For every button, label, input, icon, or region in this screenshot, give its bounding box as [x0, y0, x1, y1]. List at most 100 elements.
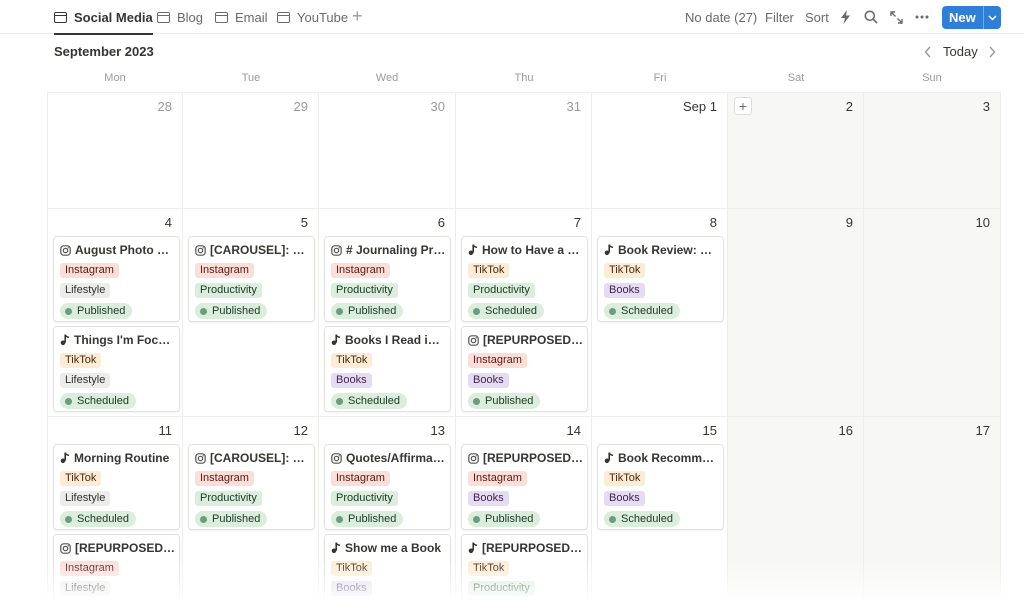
automation-button[interactable]	[840, 0, 851, 34]
tab-youtube[interactable]: YouTube	[277, 0, 348, 34]
day-cell-10[interactable]: 10	[864, 209, 1001, 417]
new-dropdown-chevron[interactable]	[984, 14, 1001, 21]
status-dot-icon	[65, 307, 72, 315]
topic-tag: Productivity	[331, 491, 398, 506]
day-cell-16[interactable]: 16	[728, 417, 864, 600]
new-button[interactable]: New	[942, 6, 1001, 29]
day-number: 30	[430, 99, 445, 114]
add-event-icon[interactable]: +	[734, 97, 752, 115]
event-card[interactable]: Show me a Book TikTok Books	[324, 534, 451, 600]
topic-tag: Books	[331, 581, 372, 596]
tab-email[interactable]: Email	[215, 0, 268, 34]
sort-button[interactable]: Sort	[805, 0, 829, 34]
status-dot-icon	[336, 515, 343, 523]
day-cell-28[interactable]: 28	[47, 92, 183, 209]
status-dot-icon	[65, 397, 72, 405]
day-number: 5	[300, 215, 308, 230]
event-card[interactable]: # Journaling Prompts Instagram Productivit…	[324, 236, 451, 322]
event-card[interactable]: [REPURPOSED]: Reviews Instagram Books Publi…	[461, 444, 588, 530]
event-title: Show me a Book	[331, 540, 447, 556]
event-card[interactable]: [CAROUSEL]: Tips Instagram Productivity Pub…	[188, 444, 315, 530]
day-number: 2	[845, 99, 853, 114]
status-label: Published	[212, 513, 261, 525]
tab-social-media[interactable]: Social Media	[54, 0, 153, 35]
day-number: 12	[293, 423, 308, 438]
platform-tag: TikTok	[604, 263, 646, 278]
previous-month-button[interactable]	[921, 44, 935, 60]
event-card[interactable]: Morning Routine TikTok Lifestyle Scheduled	[53, 444, 180, 530]
event-card[interactable]: Quotes/Affirmations Instagram Productivity…	[324, 444, 451, 530]
event-card[interactable]: How to Have a Productive Day TikTok Produc…	[461, 236, 588, 322]
day-cell-9[interactable]: 9	[728, 209, 864, 417]
day-cell-14[interactable]: 14 [REPURPOSED]: Reviews Instagram Books Pub…	[456, 417, 592, 600]
next-month-button[interactable]	[985, 44, 999, 60]
table-icon	[277, 11, 290, 23]
expand-button[interactable]	[890, 0, 903, 34]
event-title: Things I'm Focusing On	[60, 332, 176, 348]
instagram-icon	[60, 542, 71, 554]
day-cell-sep-1[interactable]: Sep 1	[592, 92, 728, 209]
platform-tag: TikTok	[331, 353, 373, 368]
topic-tag: Books	[331, 373, 372, 388]
status-label: Published	[212, 305, 261, 317]
day-cell-6[interactable]: 6 # Journaling Prompts Instagram Productivi…	[319, 209, 456, 417]
day-cell-30[interactable]: 30	[319, 92, 456, 209]
day-cell-4[interactable]: 4 August Photo Dump Instagram Lifestyle Publ…	[47, 209, 183, 417]
tab-blog[interactable]: Blog	[157, 0, 203, 34]
status-badge: Published	[195, 303, 268, 319]
weekday-sat: Sat	[787, 72, 805, 84]
table-icon	[54, 11, 67, 23]
status-label: Scheduled	[348, 395, 400, 407]
event-title: [CAROUSEL]: Tips	[195, 450, 311, 466]
day-cell-3[interactable]: 3	[864, 92, 1001, 209]
weekday-fri: Fri	[653, 72, 667, 84]
tab-label: YouTube	[297, 9, 349, 25]
weekday-wed: Wed	[375, 72, 399, 84]
day-number: 15	[702, 423, 717, 438]
event-card[interactable]: Books I Read in August TikTok Books Schedul…	[324, 326, 451, 412]
tab-label: Email	[235, 9, 268, 25]
filter-button[interactable]: Filter	[765, 0, 794, 34]
event-card[interactable]: [REPURPOSED]: Routine Instagram Lifestyle	[53, 534, 180, 600]
chevron-right-icon	[989, 46, 996, 58]
calendar-grid: 28293031Sep 12+34August Photo DumpInstag…	[47, 92, 1001, 600]
event-card[interactable]: [REPURPOSED]: Planning TikTok Productivity	[461, 534, 588, 600]
day-number: 10	[975, 215, 990, 230]
day-cell-15[interactable]: 15 Book Recommendations TikTok Books Schedul…	[592, 417, 728, 600]
instagram-icon	[195, 452, 206, 464]
day-cell-2[interactable]: 2 +	[728, 92, 864, 209]
day-number: 28	[157, 99, 172, 114]
event-card[interactable]: August Photo Dump Instagram Lifestyle Publi…	[53, 236, 180, 322]
event-title-text: August Photo Dump	[75, 243, 176, 257]
day-cell-12[interactable]: 12 [CAROUSEL]: Tips Instagram Productivity P…	[183, 417, 319, 600]
search-button[interactable]	[864, 0, 878, 34]
event-card[interactable]: Book Recommendations TikTok Books Scheduled	[597, 444, 724, 530]
event-title-text: How to Have a Productive Day	[482, 243, 584, 257]
event-card[interactable]: [REPURPOSED]: Book List Instagram Books Pub…	[461, 326, 588, 412]
event-card[interactable]: [CAROUSEL]: How to Plan Instagram Producti…	[188, 236, 315, 322]
day-cell-29[interactable]: 29	[183, 92, 319, 209]
day-cell-31[interactable]: 31	[456, 92, 592, 209]
event-card[interactable]: Things I'm Focusing On TikTok Lifestyle Sch…	[53, 326, 180, 412]
day-cell-7[interactable]: 7 How to Have a Productive Day TikTok Produ…	[456, 209, 592, 417]
no-date-button[interactable]: No date (27)	[685, 0, 757, 34]
day-cell-17[interactable]: 17	[864, 417, 1001, 600]
event-title-text: Show me a Book	[345, 541, 442, 555]
lightning-icon	[841, 10, 850, 24]
day-cell-8[interactable]: 8 Book Review: One of Us TikTok Books Schedu…	[592, 209, 728, 417]
topic-tag: Lifestyle	[60, 283, 111, 298]
status-label: Published	[485, 395, 534, 407]
status-dot-icon	[609, 515, 616, 523]
weekday-thu: Thu	[514, 72, 534, 84]
day-cell-11[interactable]: 11 Morning Routine TikTok Lifestyle Schedule…	[47, 417, 183, 600]
today-button[interactable]: Today	[943, 44, 978, 59]
event-title: [REPURPOSED]: Planning	[468, 540, 584, 556]
sort-label: Sort	[805, 9, 829, 25]
event-card[interactable]: Book Review: One of Us TikTok Books Schedul…	[597, 236, 724, 322]
platform-tag: Instagram	[195, 263, 254, 278]
add-view-icon[interactable]: +	[352, 6, 363, 26]
day-cell-13[interactable]: 13 Quotes/Affirmations Instagram Productivi…	[319, 417, 456, 600]
more-options-button[interactable]	[915, 0, 929, 34]
platform-tag: Instagram	[468, 471, 527, 486]
day-cell-5[interactable]: 5 [CAROUSEL]: How to Plan Instagram Product…	[183, 209, 319, 417]
